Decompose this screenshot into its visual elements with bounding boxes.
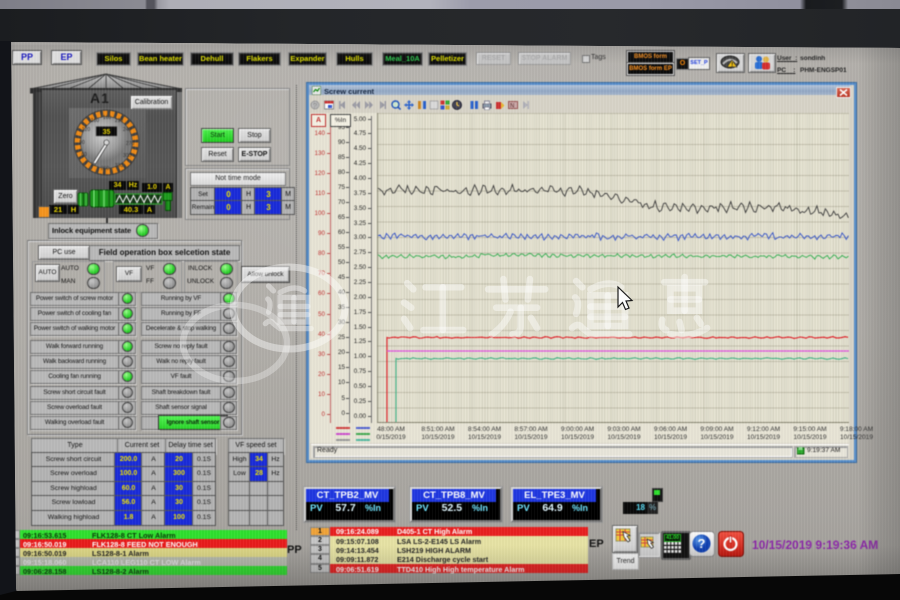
svg-text:?: ? — [697, 536, 705, 551]
